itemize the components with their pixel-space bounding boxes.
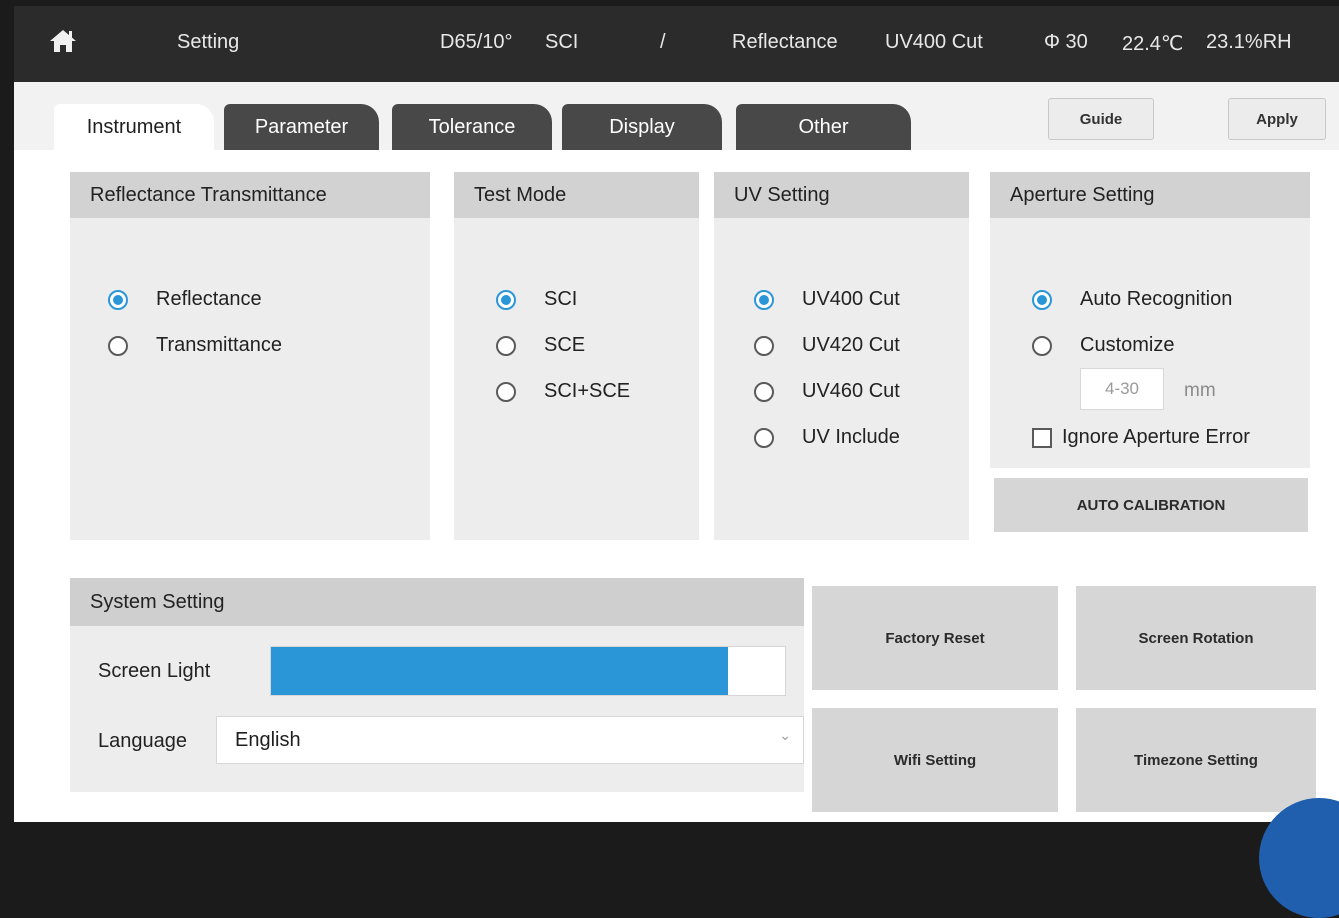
settings-window: Instrument Parameter Tolerance Display O…	[14, 82, 1339, 822]
option-label: Auto Recognition	[1080, 288, 1233, 310]
option-label: SCI	[544, 288, 578, 310]
auto-calibration-button[interactable]: AUTO CALIBRATION	[994, 478, 1308, 532]
separator: /	[660, 31, 666, 53]
radio-icon[interactable]	[754, 381, 774, 402]
unit-label: mm	[1184, 380, 1216, 401]
option-label: UV460 Cut	[802, 380, 900, 402]
sci-option[interactable]: SCI	[496, 288, 577, 311]
tab-instrument[interactable]: Instrument	[54, 104, 214, 150]
customize-option[interactable]: Customize	[1032, 334, 1174, 357]
option-label: UV Include	[802, 426, 900, 448]
tab-strip: Instrument Parameter Tolerance Display O…	[14, 82, 1339, 150]
radio-selected-icon[interactable]	[496, 289, 516, 310]
option-label: UV420 Cut	[802, 334, 900, 356]
sce-option[interactable]: SCE	[496, 334, 585, 357]
test-mode-panel: Test Mode SCI SCE SCI+SCE	[454, 172, 699, 540]
chevron-down-icon: ⌄	[779, 727, 791, 743]
home-icon[interactable]	[48, 28, 78, 54]
system-setting-panel: System Setting Screen Light Language Eng…	[70, 578, 804, 792]
apply-button[interactable]: Apply	[1228, 98, 1326, 140]
aperture-size-input[interactable]: 4-30	[1080, 368, 1164, 410]
humidity-readout: 23.1%RH	[1206, 31, 1292, 53]
panel-title: UV Setting	[714, 172, 969, 218]
radio-selected-icon[interactable]	[108, 289, 128, 310]
radio-icon[interactable]	[1032, 335, 1052, 356]
radio-selected-icon[interactable]	[1032, 289, 1052, 310]
radio-icon[interactable]	[496, 335, 516, 356]
temperature-readout: 22.4℃	[1122, 33, 1184, 55]
screen-rotation-button[interactable]: Screen Rotation	[1076, 586, 1316, 690]
checkbox-icon[interactable]	[1032, 427, 1052, 448]
mode-readout: SCI	[545, 31, 579, 53]
language-label: Language	[98, 730, 187, 752]
language-select[interactable]: English ⌄	[216, 716, 804, 764]
page-title: Setting	[177, 31, 240, 53]
radio-icon[interactable]	[754, 335, 774, 356]
measure-readout: Reflectance	[732, 31, 838, 53]
reflectance-option[interactable]: Reflectance	[108, 288, 262, 311]
option-label: Transmittance	[156, 334, 282, 356]
timezone-setting-button[interactable]: Timezone Setting	[1076, 708, 1316, 812]
uv-include-option[interactable]: UV Include	[754, 426, 900, 449]
option-label: SCE	[544, 334, 586, 356]
uv-readout: UV400 Cut	[885, 31, 983, 53]
checkbox-label: Ignore Aperture Error	[1062, 426, 1250, 448]
tab-display[interactable]: Display	[562, 104, 722, 150]
option-label: SCI+SCE	[544, 380, 631, 402]
aperture-setting-panel: Aperture Setting Auto Recognition Custom…	[990, 172, 1310, 468]
tab-parameter[interactable]: Parameter	[224, 104, 379, 150]
panel-title: Reflectance Transmittance	[70, 172, 430, 218]
uv400-option[interactable]: UV400 Cut	[754, 288, 900, 311]
radio-icon[interactable]	[496, 381, 516, 402]
panel-title: Aperture Setting	[990, 172, 1310, 218]
illuminant-readout: D65/10°	[440, 31, 513, 53]
tab-other[interactable]: Other	[736, 104, 911, 150]
reflectance-transmittance-panel: Reflectance Transmittance Reflectance Tr…	[70, 172, 430, 540]
slider-fill	[271, 647, 729, 695]
radio-selected-icon[interactable]	[754, 289, 774, 310]
panel-title: Test Mode	[454, 172, 699, 218]
ignore-aperture-error-checkbox[interactable]: Ignore Aperture Error	[1032, 426, 1250, 449]
uv420-option[interactable]: UV420 Cut	[754, 334, 900, 357]
radio-icon[interactable]	[108, 335, 128, 356]
radio-icon[interactable]	[754, 427, 774, 448]
instrument-tab-content: Reflectance Transmittance Reflectance Tr…	[14, 150, 1339, 822]
transmittance-option[interactable]: Transmittance	[108, 334, 282, 357]
screen-light-label: Screen Light	[98, 660, 211, 682]
uv-setting-panel: UV Setting UV400 Cut UV420 Cut UV460 Cut…	[714, 172, 969, 540]
option-label: Customize	[1080, 334, 1175, 356]
wifi-setting-button[interactable]: Wifi Setting	[812, 708, 1058, 812]
option-label: Reflectance	[156, 288, 262, 310]
panel-title: System Setting	[70, 578, 804, 626]
auto-recognition-option[interactable]: Auto Recognition	[1032, 288, 1232, 311]
sci-sce-option[interactable]: SCI+SCE	[496, 380, 630, 403]
factory-reset-button[interactable]: Factory Reset	[812, 586, 1058, 690]
screen-light-slider[interactable]	[270, 646, 786, 696]
guide-button[interactable]: Guide	[1048, 98, 1154, 140]
status-bar: Setting D65/10° SCI / Reflectance UV400 …	[14, 6, 1339, 82]
option-label: UV400 Cut	[802, 288, 900, 310]
tab-tolerance[interactable]: Tolerance	[392, 104, 552, 150]
uv460-option[interactable]: UV460 Cut	[754, 380, 900, 403]
language-value: English	[235, 728, 301, 751]
aperture-readout: Φ 30	[1044, 31, 1088, 53]
